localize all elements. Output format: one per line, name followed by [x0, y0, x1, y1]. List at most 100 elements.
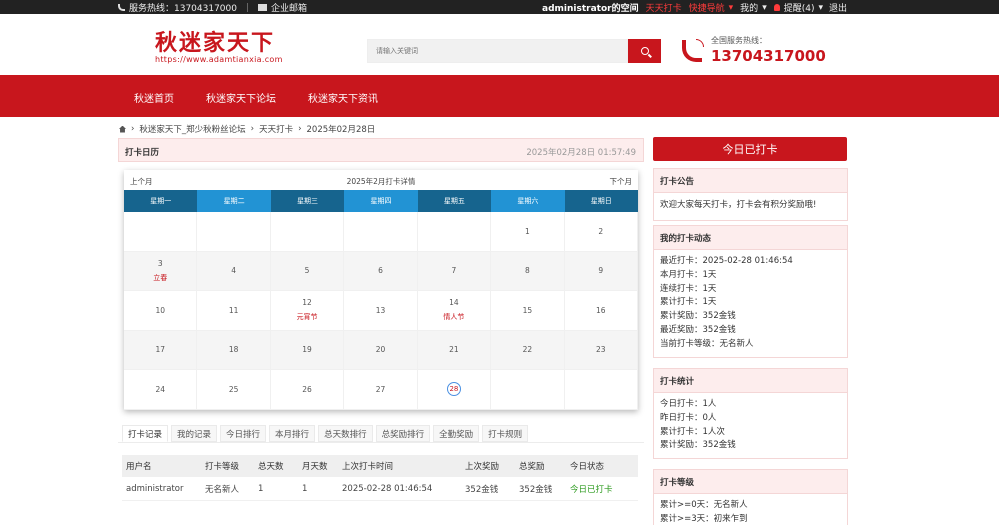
- hotline-text: 服务热线：13704317000: [129, 4, 237, 14]
- calendar-day[interactable]: 12 元宵节: [270, 291, 345, 331]
- day-number: 12: [302, 298, 312, 308]
- cell-username[interactable]: administrator: [122, 484, 205, 494]
- cell-status: 今日已打卡: [570, 484, 613, 495]
- records-table: 用户名 打卡等级 总天数 月天数 上次打卡时间 上次奖励 总奖励 今日状态 ad…: [122, 455, 638, 501]
- calendar-day[interactable]: 16: [564, 291, 638, 331]
- calendar-day[interactable]: 8: [491, 251, 565, 291]
- calendar-day[interactable]: 26: [270, 370, 345, 410]
- search-bar: [367, 39, 661, 63]
- calendar-day[interactable]: 25: [197, 370, 271, 410]
- breadcrumb: › 秋迷家天下_郑少秋粉丝论坛 › 天天打卡 › 2025年02月28日: [119, 123, 375, 135]
- calendar-empty-day: [491, 370, 565, 410]
- tab-total-days-rank[interactable]: 总天数排行: [318, 425, 373, 442]
- day-number: 10: [155, 305, 165, 315]
- cell-last-reward: 352金钱: [465, 484, 499, 495]
- logo-name: 秋迷家天下: [155, 30, 276, 56]
- calendar-day[interactable]: 7: [417, 251, 492, 291]
- daily-checkin-link[interactable]: 天天打卡: [646, 1, 682, 14]
- calendar-day[interactable]: 18: [197, 330, 271, 370]
- tab-checkin-rules[interactable]: 打卡规则: [482, 425, 529, 442]
- calendar-day[interactable]: 9: [564, 251, 638, 291]
- calendar-day[interactable]: 13: [344, 291, 418, 331]
- mine-label: 我的: [740, 4, 759, 14]
- weekday-label: 星期六: [491, 190, 565, 212]
- remind-menu[interactable]: 提醒(4) ▾: [773, 1, 823, 14]
- calendar-day[interactable]: 22: [491, 330, 565, 370]
- next-month-link[interactable]: 下个月: [610, 176, 633, 187]
- logout-link[interactable]: 退出: [829, 1, 847, 14]
- tab-checkin-records[interactable]: 打卡记录: [122, 425, 169, 442]
- user-space-link[interactable]: administrator的空间: [542, 1, 639, 14]
- notice-card: 打卡公告 欢迎大家每天打卡，打卡会有积分奖励哦!: [653, 168, 848, 221]
- checked-in-button[interactable]: 今日已打卡: [653, 137, 847, 161]
- calendar-day[interactable]: 15: [491, 291, 565, 331]
- nav-forum[interactable]: 秋迷家天下论坛: [206, 90, 276, 105]
- tab-total-reward-rank[interactable]: 总奖励排行: [375, 425, 431, 442]
- search-button[interactable]: [628, 39, 661, 63]
- hotline-item: 服务热线：13704317000: [118, 1, 237, 14]
- calendar-week-row: 24 25 26 27 28: [124, 370, 638, 410]
- calendar-day[interactable]: 2: [564, 212, 638, 252]
- calendar-day[interactable]: 11: [197, 291, 271, 331]
- weekday-header: 星期一 星期二 星期三 星期四 星期五 星期六 星期日: [124, 190, 638, 212]
- info-line: 累计打卡：1天: [660, 297, 717, 308]
- nav-home[interactable]: 秋迷首页: [134, 90, 174, 105]
- calendar-day[interactable]: 19: [270, 330, 345, 370]
- calendar-day[interactable]: 5: [270, 251, 345, 291]
- nav-news[interactable]: 秋迷家天下资讯: [308, 90, 378, 105]
- calendar-day[interactable]: 14 情人节: [417, 291, 492, 331]
- cell-total-days: 1: [258, 483, 264, 494]
- day-number: 15: [522, 305, 533, 315]
- remind-label: 提醒(4): [783, 4, 815, 14]
- calendar-day[interactable]: 3 立春: [124, 251, 198, 291]
- caret-down-icon: ▾: [762, 2, 767, 13]
- info-line: 累计打卡：1人次: [660, 426, 725, 437]
- tab-my-records[interactable]: 我的记录: [171, 425, 218, 442]
- day-number: 1: [524, 226, 530, 236]
- divider: [247, 3, 248, 12]
- level-card: 打卡等级 累计>=0天：无名新人 累计>=3天：初来乍到: [653, 469, 848, 525]
- crumb-forum[interactable]: 秋迷家天下_郑少秋粉丝论坛: [139, 123, 245, 135]
- crumb-checkin[interactable]: 天天打卡: [259, 123, 293, 135]
- day-number: 18: [228, 345, 239, 355]
- info-line: 今日打卡：1人: [660, 399, 717, 409]
- quick-nav-menu[interactable]: 快捷导航 ▾: [689, 1, 734, 15]
- my-checkin-body: 最近打卡：2025-02-28 01:46:54 本月打卡：1天 连续打卡：1天…: [654, 250, 847, 357]
- calendar-day[interactable]: 1: [491, 212, 565, 252]
- tab-today-rank[interactable]: 今日排行: [220, 425, 267, 442]
- day-number: 16: [596, 305, 606, 315]
- day-number: 8: [524, 266, 530, 276]
- mail-icon: [258, 4, 267, 11]
- column-header: 打卡等级: [205, 462, 240, 472]
- home-icon[interactable]: [119, 125, 126, 133]
- mail-label: 企业邮箱: [271, 4, 308, 14]
- calendar-day[interactable]: 24: [124, 370, 198, 410]
- info-line: 连续打卡：1天: [660, 283, 717, 294]
- tab-month-rank[interactable]: 本月排行: [269, 425, 316, 442]
- notice-text: 欢迎大家每天打卡，打卡会有积分奖励哦!: [660, 200, 817, 210]
- search-input[interactable]: [367, 39, 628, 63]
- tab-full-attendance[interactable]: 全勤奖励: [433, 425, 480, 442]
- info-line: 累计>=0天：无名新人: [660, 500, 748, 510]
- calendar-day[interactable]: 20: [344, 330, 418, 370]
- day-number: 9: [598, 266, 604, 276]
- cell-level: 无名新人: [205, 484, 240, 495]
- weekday-label: 星期四: [344, 190, 418, 212]
- calendar-day[interactable]: 23: [564, 330, 638, 370]
- mail-link[interactable]: 企业邮箱: [258, 1, 307, 14]
- mine-menu[interactable]: 我的 ▾: [740, 1, 767, 15]
- column-header: 上次奖励: [465, 462, 500, 472]
- calendar-day[interactable]: 10: [124, 291, 198, 331]
- calendar-day[interactable]: 21: [417, 330, 492, 370]
- calendar-day[interactable]: 17: [124, 330, 198, 370]
- calendar-day[interactable]: 28: [417, 370, 492, 410]
- site-logo[interactable]: 秋迷家天下 https://www.adamtianxia.com: [155, 32, 283, 64]
- calendar-day[interactable]: 4: [197, 251, 271, 291]
- my-checkin-title: 我的打卡动态: [654, 226, 847, 250]
- calendar-day[interactable]: 6: [344, 251, 418, 291]
- calendar-week-row: 12: [124, 212, 638, 252]
- calendar-day[interactable]: 27: [344, 370, 418, 410]
- day-number: 3: [157, 258, 163, 268]
- day-number: 20: [375, 345, 386, 355]
- calendar: 上个月 2025年2月打卡详情 下个月 星期一 星期二 星期三 星期四 星期五 …: [124, 170, 638, 410]
